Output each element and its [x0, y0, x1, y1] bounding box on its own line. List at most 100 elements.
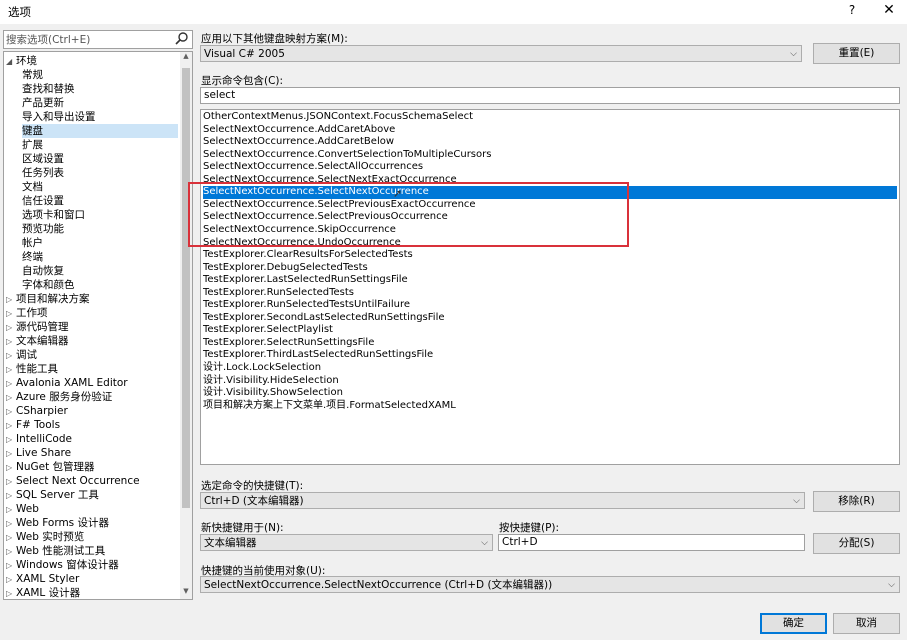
collapsed-arrow-icon[interactable]: ▷: [6, 475, 16, 489]
reset-button[interactable]: 重置(E): [813, 43, 900, 64]
collapsed-arrow-icon[interactable]: ▷: [6, 461, 16, 475]
command-list-item[interactable]: 设计.Lock.LockSelection: [203, 362, 897, 375]
collapsed-arrow-icon[interactable]: ▷: [6, 377, 16, 391]
tree-item[interactable]: 字体和颜色: [22, 278, 178, 292]
cancel-button[interactable]: 取消: [833, 613, 900, 634]
tree-item[interactable]: ▷ Web: [4, 502, 178, 516]
command-list-item[interactable]: SelectNextOccurrence.ConvertSelectionToM…: [203, 149, 897, 162]
scrollbar-thumb[interactable]: [182, 68, 190, 508]
tree-item[interactable]: ▷ IntelliCode: [4, 432, 178, 446]
tree-item[interactable]: 自动恢复: [22, 264, 178, 278]
collapsed-arrow-icon[interactable]: ▷: [6, 349, 16, 363]
command-filter-input[interactable]: select: [200, 87, 900, 104]
command-list-item[interactable]: TestExplorer.DebugSelectedTests: [203, 262, 897, 275]
scope-select[interactable]: 文本编辑器 ⌵: [200, 534, 493, 551]
current-use-select[interactable]: SelectNextOccurrence.SelectNextOccurrenc…: [200, 576, 900, 593]
tree-item[interactable]: 文档: [22, 180, 178, 194]
command-list-item[interactable]: TestExplorer.RunSelectedTests: [203, 287, 897, 300]
tree-item[interactable]: ▷ XAML 设计器: [4, 586, 178, 599]
command-list-item[interactable]: 项目和解决方案上下文菜单.项目.FormatSelectedXAML: [203, 400, 897, 413]
command-list-item[interactable]: 设计.Visibility.HideSelection: [203, 375, 897, 388]
collapsed-arrow-icon[interactable]: ▷: [6, 587, 16, 599]
tree-item[interactable]: ▷ 源代码管理: [4, 320, 178, 334]
collapsed-arrow-icon[interactable]: ▷: [6, 293, 16, 307]
tree-item[interactable]: ▷ Live Share: [4, 446, 178, 460]
collapsed-arrow-icon[interactable]: ▷: [6, 447, 16, 461]
command-list[interactable]: OtherContextMenus.JSONContext.FocusSchem…: [200, 109, 900, 465]
tree-item[interactable]: 任务列表: [22, 166, 178, 180]
command-list-item[interactable]: SelectNextOccurrence.SelectAllOccurrence…: [203, 161, 897, 174]
shortcuts-select[interactable]: Ctrl+D (文本编辑器) ⌵: [200, 492, 805, 509]
expanded-arrow-icon[interactable]: ◢: [6, 55, 16, 69]
collapsed-arrow-icon[interactable]: ▷: [6, 363, 16, 377]
mapping-scheme-select[interactable]: Visual C# 2005 ⌵: [200, 45, 802, 62]
collapsed-arrow-icon[interactable]: ▷: [6, 489, 16, 503]
tree-item[interactable]: ▷ 工作项: [4, 306, 178, 320]
tree-item[interactable]: ▷ Web 性能测试工具: [4, 544, 178, 558]
tree-item[interactable]: ▷ Web Forms 设计器: [4, 516, 178, 530]
command-list-item[interactable]: TestExplorer.LastSelectedRunSettingsFile: [203, 274, 897, 287]
collapsed-arrow-icon[interactable]: ▷: [6, 531, 16, 545]
tree-item[interactable]: ▷ Avalonia XAML Editor: [4, 376, 178, 390]
ok-button[interactable]: 确定: [760, 613, 827, 634]
collapsed-arrow-icon[interactable]: ▷: [6, 517, 16, 531]
tree-item[interactable]: ▷ Select Next Occurrence: [4, 474, 178, 488]
tree-item[interactable]: ▷ CSharpier: [4, 404, 178, 418]
help-button[interactable]: ?: [844, 3, 860, 19]
tree-item[interactable]: 产品更新: [22, 96, 178, 110]
tree-item[interactable]: 帐户: [22, 236, 178, 250]
collapsed-arrow-icon[interactable]: ▷: [6, 559, 16, 573]
tree-item[interactable]: ▷ Azure 服务身份验证: [4, 390, 178, 404]
tree-item[interactable]: 常规: [22, 68, 178, 82]
close-button[interactable]: ✕: [880, 2, 898, 20]
tree-item[interactable]: ▷ 文本编辑器: [4, 334, 178, 348]
scroll-up-icon[interactable]: ▲: [180, 52, 192, 64]
tree-item[interactable]: ▷ F# Tools: [4, 418, 178, 432]
command-list-item[interactable]: SelectNextOccurrence.AddCaretAbove: [203, 124, 897, 137]
command-list-item[interactable]: 设计.Visibility.ShowSelection: [203, 387, 897, 400]
command-list-item[interactable]: OtherContextMenus.JSONContext.FocusSchem…: [203, 111, 897, 124]
collapsed-arrow-icon[interactable]: ▷: [6, 307, 16, 321]
remove-button[interactable]: 移除(R): [813, 491, 900, 512]
tree-item[interactable]: 键盘: [22, 124, 178, 138]
command-list-item[interactable]: SelectNextOccurrence.AddCaretBelow: [203, 136, 897, 149]
tree-item[interactable]: 选项卡和窗口: [22, 208, 178, 222]
command-list-item[interactable]: TestExplorer.RunSelectedTestsUntilFailur…: [203, 299, 897, 312]
tree-item[interactable]: 终端: [22, 250, 178, 264]
press-shortcut-input[interactable]: Ctrl+D: [498, 534, 805, 551]
tree-item[interactable]: ▷ XAML Styler: [4, 572, 178, 586]
command-list-item[interactable]: TestExplorer.SelectPlaylist: [203, 324, 897, 337]
collapsed-arrow-icon[interactable]: ▷: [6, 503, 16, 517]
collapsed-arrow-icon[interactable]: ▷: [6, 335, 16, 349]
collapsed-arrow-icon[interactable]: ▷: [6, 321, 16, 335]
tree-item[interactable]: 区域设置: [22, 152, 178, 166]
tree-item[interactable]: ▷ Web 实时预览: [4, 530, 178, 544]
collapsed-arrow-icon[interactable]: ▷: [6, 405, 16, 419]
tree-item[interactable]: ▷ SQL Server 工具: [4, 488, 178, 502]
command-list-item[interactable]: TestExplorer.SecondLastSelectedRunSettin…: [203, 312, 897, 325]
collapsed-arrow-icon[interactable]: ▷: [6, 419, 16, 433]
search-input[interactable]: [6, 32, 168, 47]
tree-item[interactable]: ▷ Windows 窗体设计器: [4, 558, 178, 572]
collapsed-arrow-icon[interactable]: ▷: [6, 433, 16, 447]
tree-item[interactable]: ▷ 项目和解决方案: [4, 292, 178, 306]
command-list-item[interactable]: TestExplorer.ThirdLastSelectedRunSetting…: [203, 349, 897, 362]
scroll-down-icon[interactable]: ▼: [180, 587, 192, 599]
tree-item[interactable]: 预览功能: [22, 222, 178, 236]
search-icon[interactable]: [174, 31, 190, 47]
tree-item[interactable]: ▷ 性能工具: [4, 362, 178, 376]
tree-item[interactable]: ▷ NuGet 包管理器: [4, 460, 178, 474]
tree-item[interactable]: ▷ 调试: [4, 348, 178, 362]
collapsed-arrow-icon[interactable]: ▷: [6, 573, 16, 587]
tree-scrollbar[interactable]: ▲ ▼: [180, 52, 192, 599]
tree-item[interactable]: 查找和替换: [22, 82, 178, 96]
tree-item[interactable]: 扩展: [22, 138, 178, 152]
tree-item[interactable]: 导入和导出设置: [22, 110, 178, 124]
collapsed-arrow-icon[interactable]: ▷: [6, 545, 16, 559]
command-list-item[interactable]: TestExplorer.ClearResultsForSelectedTest…: [203, 249, 897, 262]
tree-item[interactable]: ◢ 环境: [4, 54, 178, 68]
collapsed-arrow-icon[interactable]: ▷: [6, 391, 16, 405]
assign-button[interactable]: 分配(S): [813, 533, 900, 554]
command-list-item[interactable]: TestExplorer.SelectRunSettingsFile: [203, 337, 897, 350]
tree-item[interactable]: 信任设置: [22, 194, 178, 208]
